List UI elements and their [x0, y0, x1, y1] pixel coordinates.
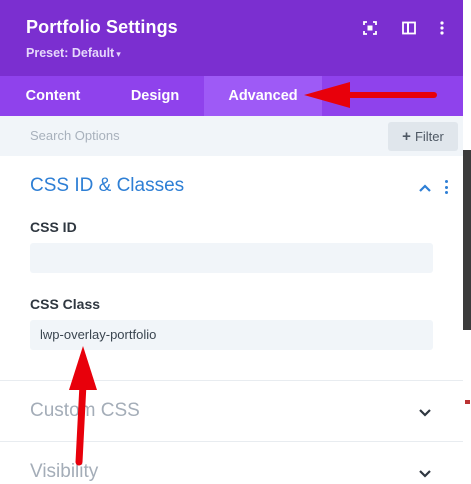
- filter-button[interactable]: + Filter: [388, 122, 458, 151]
- preset-selector[interactable]: Preset: Default ▾: [26, 46, 121, 60]
- css-class-label: CSS Class: [30, 296, 101, 312]
- chevron-up-icon[interactable]: [418, 183, 432, 193]
- red-arrow-up-annotation: [69, 346, 97, 466]
- filter-label: Filter: [414, 129, 444, 144]
- section-options-icon[interactable]: [444, 180, 450, 196]
- panel-title: Portfolio Settings: [26, 17, 178, 37]
- tab-design[interactable]: Design: [106, 76, 204, 116]
- css-id-field[interactable]: [30, 243, 433, 273]
- chevron-down-icon[interactable]: [418, 468, 432, 478]
- plus-icon: +: [402, 128, 411, 145]
- split-view-icon[interactable]: [401, 20, 417, 36]
- background-page-edge: [463, 0, 471, 484]
- caret-down-icon: ▾: [116, 49, 121, 59]
- search-input[interactable]: Search Options: [30, 128, 120, 143]
- panel-header: Portfolio Settings Preset: Default ▾: [0, 0, 463, 76]
- chevron-down-icon[interactable]: [418, 407, 432, 417]
- more-vertical-icon[interactable]: [434, 20, 450, 36]
- section-title-css-id-classes[interactable]: CSS ID & Classes: [30, 175, 184, 197]
- focus-icon[interactable]: [362, 20, 378, 36]
- tab-content[interactable]: Content: [0, 76, 106, 116]
- css-id-label: CSS ID: [30, 219, 77, 235]
- preset-label: Preset: Default: [26, 46, 115, 60]
- settings-panel: Portfolio Settings Preset: Default ▾ Cont…: [0, 0, 463, 484]
- red-arrow-left-annotation: [304, 82, 437, 108]
